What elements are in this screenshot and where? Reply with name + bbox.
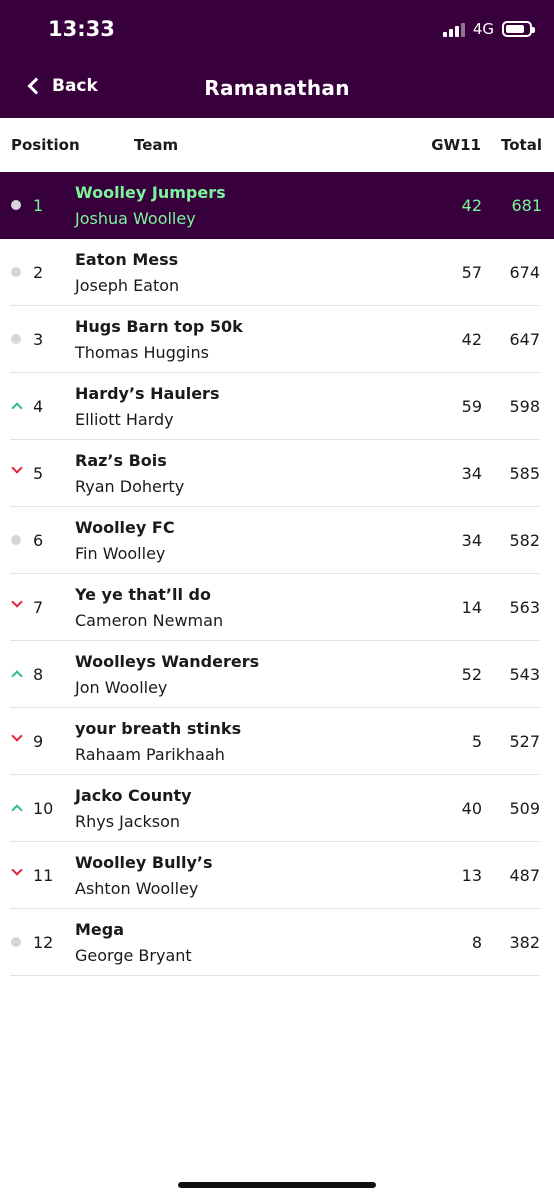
row-position: 2 — [33, 263, 44, 282]
chevron-down-icon — [11, 730, 23, 742]
row-position: 11 — [33, 866, 54, 885]
row-manager-name: Ryan Doherty — [75, 477, 185, 496]
row-team-name: Mega — [75, 920, 125, 939]
row-gw-points: 13 — [461, 866, 482, 885]
column-header-team: Team — [134, 136, 179, 154]
chevron-down-icon — [11, 864, 23, 876]
movement-same-icon — [11, 937, 21, 947]
standings-list: 1 Woolley Jumpers Joshua Woolley 42 681 … — [0, 172, 554, 976]
column-header-total: Total — [501, 136, 542, 154]
row-manager-name: George Bryant — [75, 946, 192, 965]
row-gw-points: 5 — [471, 732, 482, 751]
row-manager-name: Joshua Woolley — [75, 209, 196, 228]
home-indicator[interactable] — [178, 1182, 376, 1188]
row-total-points: 527 — [509, 732, 540, 751]
row-team-name: Ye ye that’ll do — [75, 585, 211, 604]
status-time: 13:33 — [48, 17, 115, 41]
page-title: Ramanathan — [204, 76, 350, 100]
row-total-points: 509 — [509, 799, 540, 818]
row-position: 1 — [33, 196, 44, 215]
row-gw-points: 52 — [461, 665, 482, 684]
row-position: 4 — [33, 397, 44, 416]
row-team-name: Woolleys Wanderers — [75, 652, 260, 671]
table-row[interactable]: 9 your breath stinks Rahaam Parikhaah 5 … — [10, 708, 540, 775]
table-row[interactable]: 1 Woolley Jumpers Joshua Woolley 42 681 — [0, 172, 554, 239]
movement-same-icon — [11, 200, 21, 210]
row-gw-points: 42 — [461, 330, 482, 349]
table-row[interactable]: 7 Ye ye that’ll do Cameron Newman 14 563 — [10, 574, 540, 641]
row-position: 10 — [33, 799, 54, 818]
row-position: 8 — [33, 665, 44, 684]
row-team-name: Jacko County — [75, 786, 192, 805]
chevron-down-icon — [11, 462, 23, 474]
row-position: 7 — [33, 598, 44, 617]
chevron-down-icon — [11, 596, 23, 608]
row-gw-points: 42 — [461, 196, 482, 215]
chevron-up-icon — [11, 804, 23, 816]
row-gw-points: 40 — [461, 799, 482, 818]
row-total-points: 674 — [509, 263, 540, 282]
table-row[interactable]: 8 Woolleys Wanderers Jon Woolley 52 543 — [10, 641, 540, 708]
row-position: 5 — [33, 464, 44, 483]
row-manager-name: Elliott Hardy — [75, 410, 174, 429]
row-position: 9 — [33, 732, 44, 751]
row-team-name: Hugs Barn top 50k — [75, 317, 243, 336]
network-type: 4G — [472, 20, 494, 38]
table-row[interactable]: 10 Jacko County Rhys Jackson 40 509 — [10, 775, 540, 842]
row-position: 6 — [33, 531, 44, 550]
table-row[interactable]: 12 Mega George Bryant 8 382 — [10, 909, 540, 976]
movement-same-icon — [11, 267, 21, 277]
row-gw-points: 59 — [461, 397, 482, 416]
row-team-name: Woolley FC — [75, 518, 175, 537]
row-manager-name: Cameron Newman — [75, 611, 224, 630]
row-gw-points: 34 — [461, 464, 482, 483]
row-total-points: 585 — [509, 464, 540, 483]
row-team-name: your breath stinks — [75, 719, 242, 738]
movement-same-icon — [11, 535, 21, 545]
row-total-points: 563 — [509, 598, 540, 617]
row-gw-points: 8 — [471, 933, 482, 952]
row-manager-name: Rhys Jackson — [75, 812, 180, 831]
row-total-points: 382 — [509, 933, 540, 952]
chevron-up-icon — [11, 670, 23, 682]
battery-icon — [502, 21, 535, 37]
row-position: 12 — [33, 933, 54, 952]
row-team-name: Woolley Jumpers — [75, 183, 226, 202]
row-manager-name: Thomas Huggins — [75, 343, 209, 362]
row-gw-points: 34 — [461, 531, 482, 550]
row-team-name: Raz’s Bois — [75, 451, 167, 470]
row-total-points: 598 — [509, 397, 540, 416]
row-total-points: 582 — [509, 531, 540, 550]
chevron-up-icon — [11, 402, 23, 414]
row-position: 3 — [33, 330, 44, 349]
row-manager-name: Joseph Eaton — [75, 276, 180, 295]
cellular-signal-icon — [442, 21, 465, 37]
table-header: Position Team GW11 Total — [0, 118, 554, 172]
row-manager-name: Rahaam Parikhaah — [75, 745, 225, 764]
row-gw-points: 57 — [461, 263, 482, 282]
column-header-position: Position — [11, 136, 80, 154]
row-team-name: Hardy’s Haulers — [75, 384, 220, 403]
row-gw-points: 14 — [461, 598, 482, 617]
row-total-points: 487 — [509, 866, 540, 885]
table-row[interactable]: 2 Eaton Mess Joseph Eaton 57 674 — [10, 239, 540, 306]
row-team-name: Woolley Bully’s — [75, 853, 213, 872]
row-manager-name: Fin Woolley — [75, 544, 166, 563]
status-indicators: 4G — [442, 20, 535, 38]
row-manager-name: Jon Woolley — [75, 678, 168, 697]
header: 13:33 4G Back Ramanathan — [0, 0, 554, 118]
table-row[interactable]: 6 Woolley FC Fin Woolley 34 582 — [10, 507, 540, 574]
row-total-points: 543 — [509, 665, 540, 684]
table-row[interactable]: 3 Hugs Barn top 50k Thomas Huggins 42 64… — [10, 306, 540, 373]
movement-same-icon — [11, 334, 21, 344]
table-row[interactable]: 11 Woolley Bully’s Ashton Woolley 13 487 — [10, 842, 540, 909]
column-header-gw: GW11 — [431, 136, 481, 154]
row-team-name: Eaton Mess — [75, 250, 179, 269]
row-total-points: 681 — [511, 196, 542, 215]
table-row[interactable]: 5 Raz’s Bois Ryan Doherty 34 585 — [10, 440, 540, 507]
row-total-points: 647 — [509, 330, 540, 349]
row-manager-name: Ashton Woolley — [75, 879, 199, 898]
table-row[interactable]: 4 Hardy’s Haulers Elliott Hardy 59 598 — [10, 373, 540, 440]
